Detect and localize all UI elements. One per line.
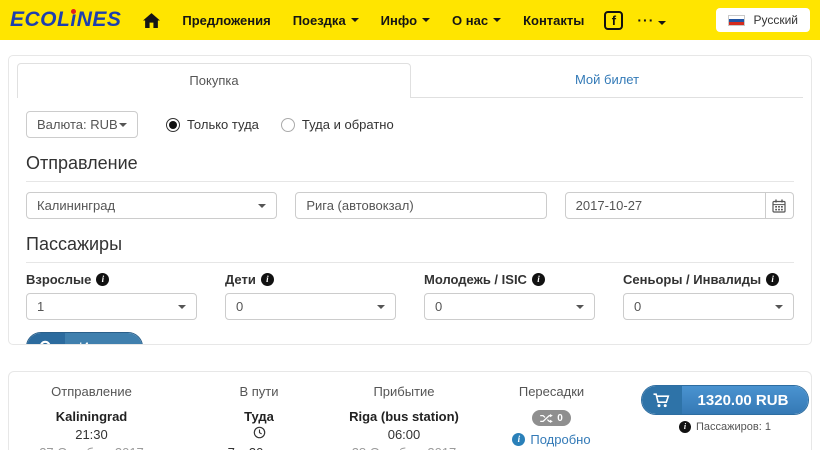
- cart-icon: [641, 386, 682, 414]
- nav-item-contacts[interactable]: Контакты: [523, 13, 584, 28]
- calendar-icon[interactable]: [765, 192, 794, 219]
- chevron-down-icon: [258, 203, 267, 208]
- currency-select[interactable]: Валюта: RUB: [26, 111, 138, 138]
- passengers-note: i Пассажиров: 1: [639, 421, 811, 433]
- tab-my-ticket[interactable]: Мой билет: [411, 63, 803, 98]
- search-button-label: Искать: [65, 333, 142, 344]
- nav-item-trip[interactable]: Поездка: [293, 13, 359, 28]
- destination-select[interactable]: Рига (автовокзал): [295, 192, 547, 219]
- children-label: Дети i: [225, 272, 396, 287]
- price-amount: 1320.00 RUB: [681, 386, 809, 414]
- nav-item-info[interactable]: Инфо: [381, 13, 431, 28]
- facebook-icon[interactable]: f: [604, 10, 624, 30]
- departure-city: Kaliningrad: [55, 409, 128, 424]
- search-button[interactable]: Искать: [26, 332, 143, 344]
- top-navbar: ECOLı NES Предложения Поездка Инфо О нас …: [0, 0, 820, 40]
- children-select[interactable]: 0: [225, 293, 396, 320]
- chevron-down-icon: [493, 18, 502, 22]
- logo-text: ECOL: [10, 8, 71, 31]
- info-icon: i: [679, 421, 692, 433]
- ellipsis-icon: ···: [637, 12, 655, 28]
- chevron-down-icon: [576, 304, 584, 309]
- info-icon[interactable]: i: [766, 273, 780, 286]
- duration-time: 7 ч 30 мин: [174, 445, 344, 450]
- passengers-section-title: Пассажиры: [26, 234, 794, 263]
- search-icon: [27, 333, 65, 344]
- duration-direction: Туда: [244, 409, 274, 424]
- russian-flag-icon: [728, 14, 746, 26]
- info-icon[interactable]: i: [260, 273, 274, 286]
- clock-icon: [174, 426, 344, 442]
- origin-select[interactable]: Калининград: [26, 192, 278, 219]
- search-result-row: Отправление Kaliningrad 21:30 27 Октябрь…: [8, 371, 812, 450]
- chevron-down-icon: [178, 304, 186, 309]
- chevron-down-icon: [775, 304, 783, 309]
- result-price: 1320.00 RUB i Пассажиров: 1: [639, 384, 811, 450]
- transfers-count: 0: [557, 412, 563, 424]
- departure-section-title: Отправление: [26, 153, 794, 182]
- details-link[interactable]: i Подробно: [464, 432, 639, 447]
- arrival-date: 28 Октябрь, 2017: [344, 445, 464, 450]
- seniors-select[interactable]: 0: [623, 293, 794, 320]
- radio-dot: [280, 117, 295, 132]
- language-selector[interactable]: Русский: [716, 8, 810, 32]
- tabs: Покупка Мой билет: [9, 56, 811, 98]
- arrival-city: Riga (bus station): [349, 409, 459, 424]
- date-input[interactable]: 2017-10-27: [564, 192, 766, 219]
- search-panel: Покупка Мой билет Валюта: RUB Только туд…: [8, 55, 812, 345]
- chevron-down-icon: [658, 21, 667, 25]
- radio-one-way[interactable]: Только туда: [166, 117, 259, 132]
- home-icon[interactable]: [143, 12, 161, 28]
- chevron-down-icon: [422, 18, 431, 22]
- info-icon[interactable]: i: [96, 273, 110, 286]
- nav-item-offers[interactable]: Предложения: [182, 13, 270, 28]
- youth-select[interactable]: 0: [424, 293, 595, 320]
- ecolines-logo[interactable]: ECOLı NES: [10, 8, 121, 32]
- chevron-down-icon: [377, 304, 385, 309]
- adults-label: Взрослые i: [26, 272, 197, 287]
- radio-dot: [166, 117, 180, 132]
- radio-round-trip[interactable]: Туда и обратно: [280, 117, 394, 132]
- departure-date: 27 Октябрь, 2017: [9, 445, 174, 450]
- seniors-label: Сеньоры / Инвалиды i: [623, 272, 794, 287]
- more-menu[interactable]: ···: [637, 12, 667, 28]
- result-transfers: Пересадки 0 i Подробно: [464, 384, 639, 450]
- language-label: Русский: [753, 13, 798, 27]
- youth-label: Молодежь / ISIC i: [424, 272, 595, 287]
- chevron-down-icon: [119, 122, 127, 127]
- arrival-time: 06:00: [387, 427, 421, 442]
- chevron-down-icon: [350, 18, 359, 22]
- tab-purchase[interactable]: Покупка: [17, 63, 411, 98]
- result-arrival: Прибытие Riga (bus station) 06:00 28 Окт…: [344, 384, 464, 450]
- nav-item-about[interactable]: О нас: [452, 13, 502, 28]
- shuffle-icon: [540, 413, 554, 423]
- result-departure: Отправление Kaliningrad 21:30 27 Октябрь…: [9, 384, 174, 450]
- adults-select[interactable]: 1: [26, 293, 197, 320]
- departure-time: 21:30: [75, 427, 108, 442]
- result-duration: В пути Туда 7 ч 30 мин: [174, 384, 344, 450]
- info-icon[interactable]: i: [531, 273, 545, 286]
- info-icon: i: [512, 433, 526, 446]
- buy-ticket-button[interactable]: 1320.00 RUB: [640, 385, 810, 415]
- transfers-badge: 0: [532, 410, 571, 426]
